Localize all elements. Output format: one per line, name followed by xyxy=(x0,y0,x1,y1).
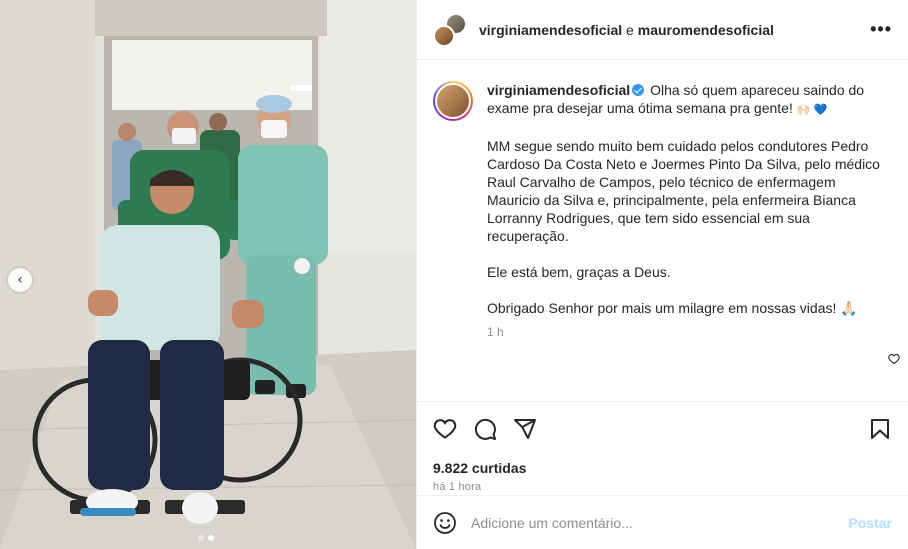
collab-usernames: virginiamendesoficial e mauromendesofici… xyxy=(479,22,774,38)
like-button[interactable] xyxy=(433,417,457,441)
caption-emojis: 🙌🏻 💙 xyxy=(796,104,828,116)
hospital-photo xyxy=(0,0,416,549)
post-photo[interactable]: ‹ xyxy=(0,0,416,549)
story-ring-avatar[interactable] xyxy=(433,81,473,121)
post-details-panel: virginiamendesoficial e mauromendesofici… xyxy=(416,0,908,549)
heart-icon xyxy=(888,353,900,365)
username-link[interactable]: mauromendesoficial xyxy=(638,22,774,38)
caption-like-button[interactable] xyxy=(888,352,900,370)
carousel-dot xyxy=(198,535,204,541)
chevron-left-icon: ‹ xyxy=(17,272,23,288)
likes-count[interactable]: 9.822 curtidas xyxy=(433,460,892,476)
post-header: virginiamendesoficial e mauromendesofici… xyxy=(417,0,908,60)
caption: virginiamendesoficial Olha só quem apare… xyxy=(487,81,892,341)
post-actions-section: 9.822 curtidas há 1 hora xyxy=(417,401,908,493)
collab-joiner: e xyxy=(622,21,638,38)
more-options-button[interactable]: ••• xyxy=(870,19,892,40)
caption-paragraph: Ele está bem, graças a Deus. xyxy=(487,264,671,280)
caption-paragraph: Obrigado Senhor por mais um milagre em n… xyxy=(487,299,892,317)
save-button[interactable] xyxy=(868,417,892,441)
post-time[interactable]: há 1 hora xyxy=(433,481,892,493)
comment-button[interactable] xyxy=(473,417,497,441)
verified-badge-icon xyxy=(632,84,645,96)
caption-username[interactable]: virginiamendesoficial xyxy=(487,82,630,98)
comment-icon xyxy=(474,418,496,440)
avatar xyxy=(435,83,471,119)
caption-timestamp[interactable]: 1 h xyxy=(487,323,892,341)
carousel-dot-active xyxy=(208,535,214,541)
carousel-prev-button[interactable]: ‹ xyxy=(8,268,32,292)
caption-paragraph: virginiamendesoficial Olha só quem apare… xyxy=(487,81,892,119)
share-icon xyxy=(514,419,536,439)
bookmark-icon xyxy=(871,419,889,439)
add-comment-bar: Postar xyxy=(417,495,908,549)
comments-area: virginiamendesoficial Olha só quem apare… xyxy=(417,61,908,401)
post-comment-button[interactable]: Postar xyxy=(848,515,892,531)
avatar xyxy=(433,24,455,47)
collab-avatars[interactable] xyxy=(433,12,467,47)
heart-icon xyxy=(433,419,457,439)
username-link[interactable]: virginiamendesoficial xyxy=(479,22,622,38)
comment-input[interactable] xyxy=(471,514,849,531)
caption-row: virginiamendesoficial Olha só quem apare… xyxy=(433,81,892,341)
emoji-icon xyxy=(434,511,456,534)
share-button[interactable] xyxy=(513,417,537,441)
action-bar xyxy=(433,402,892,456)
carousel-dots xyxy=(198,535,214,541)
emoji-button[interactable] xyxy=(433,511,457,535)
caption-paragraph: MM segue sendo muito bem cuidado pelos c… xyxy=(487,138,880,244)
praying-emoji: 🙏🏻 xyxy=(840,300,858,316)
caption-text: Obrigado Senhor por mais um milagre em n… xyxy=(487,300,837,316)
more-horizontal-icon: ••• xyxy=(870,19,892,39)
